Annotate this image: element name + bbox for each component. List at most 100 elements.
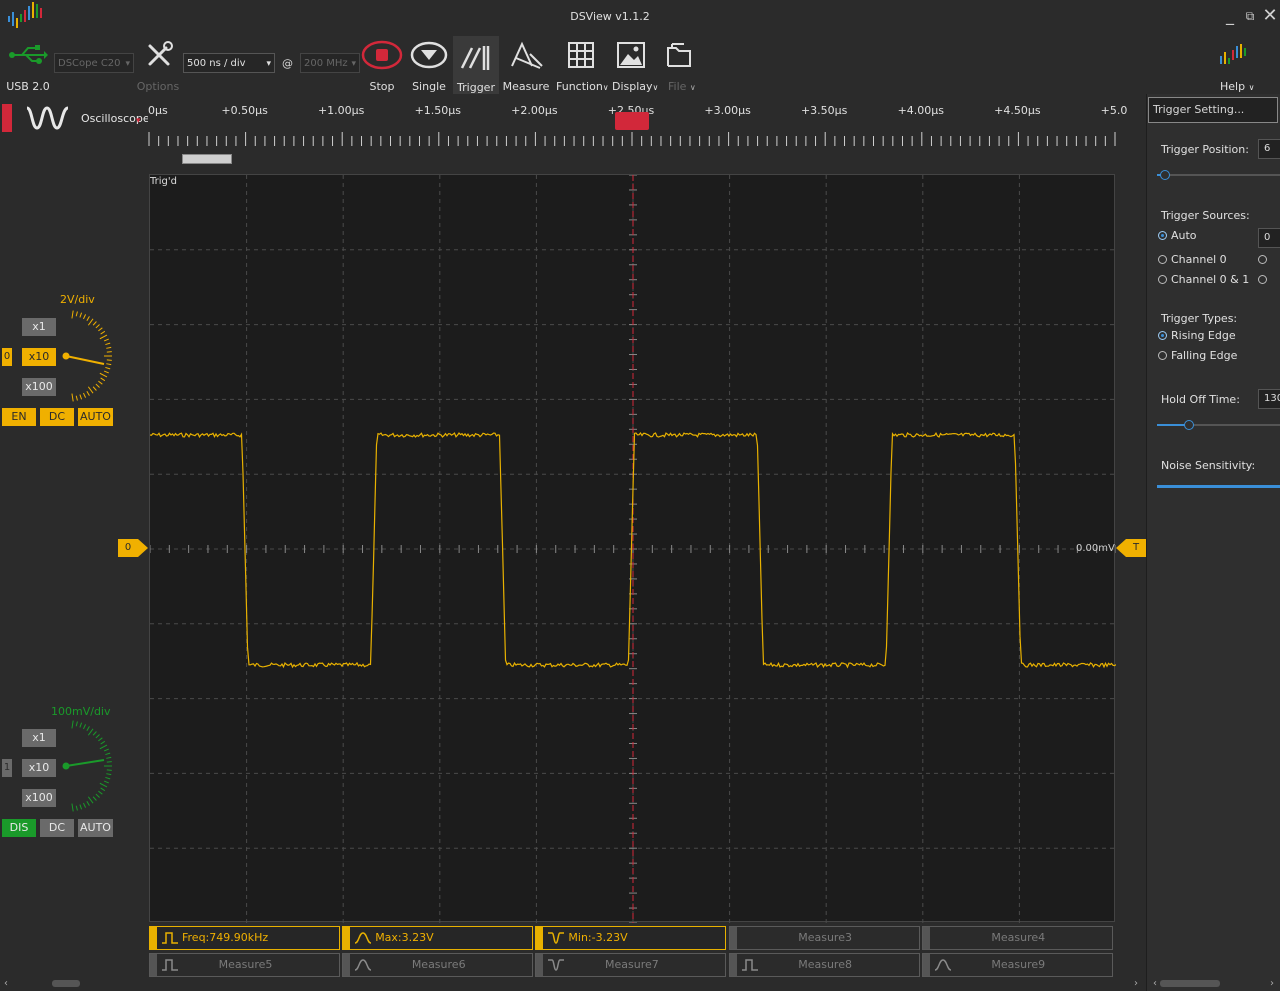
measure-slot[interactable]: Measure3 bbox=[728, 926, 920, 950]
dial-tick bbox=[83, 392, 87, 398]
ch0-id: 0 bbox=[2, 348, 12, 366]
measure-slot[interactable]: Measure9 bbox=[921, 953, 1113, 977]
stop-button[interactable]: Stop bbox=[361, 80, 403, 93]
trigger-position-slider[interactable] bbox=[1157, 170, 1280, 180]
trigger-icon[interactable] bbox=[458, 42, 494, 72]
timeline-viewport-handle[interactable] bbox=[182, 154, 232, 164]
measure-type-icon bbox=[548, 932, 565, 944]
dial-tick bbox=[103, 748, 109, 752]
measure-slot[interactable]: Freq:749.90kHz bbox=[149, 926, 340, 950]
close-button[interactable]: ✕ bbox=[1260, 6, 1280, 26]
measure-channel-bar bbox=[343, 927, 351, 949]
source-extra-radio-1[interactable] bbox=[1258, 255, 1267, 264]
ch1-probe-x1[interactable]: x1 bbox=[22, 729, 56, 747]
measure-slot[interactable]: Measure5 bbox=[149, 953, 340, 977]
source-ch0-label[interactable]: Channel 0 bbox=[1171, 253, 1227, 266]
holdoff-slider[interactable] bbox=[1157, 420, 1280, 430]
display-icon[interactable] bbox=[616, 40, 646, 70]
dial-tick bbox=[86, 726, 90, 731]
ch0-auto-button[interactable]: AUTO bbox=[78, 408, 113, 426]
ch1-coupling-button[interactable]: DC bbox=[40, 819, 74, 837]
function-icon[interactable] bbox=[566, 40, 596, 70]
measure-slot[interactable]: Measure8 bbox=[728, 953, 920, 977]
source-auto-radio[interactable] bbox=[1158, 231, 1167, 240]
measure-slot[interactable]: Max:3.23V bbox=[342, 926, 534, 950]
dial-tick bbox=[71, 720, 74, 729]
restore-button[interactable]: ⧉ bbox=[1240, 6, 1260, 26]
source-ch0-radio[interactable] bbox=[1158, 255, 1167, 264]
source-extra-radio-2[interactable] bbox=[1258, 275, 1267, 284]
panel-scroll-left-icon[interactable]: ‹ bbox=[1153, 978, 1157, 989]
trigger-types-label: Trigger Types: bbox=[1161, 312, 1238, 325]
mode-dropdown-icon[interactable]: ▾ bbox=[136, 116, 141, 126]
function-button[interactable]: Function∨ bbox=[556, 80, 609, 93]
samplerate-select[interactable]: 200 MHz ▾ bbox=[300, 53, 360, 73]
ch1-enable-button[interactable]: DIS bbox=[2, 819, 36, 837]
type-rising-radio[interactable] bbox=[1158, 331, 1167, 340]
trigger-button[interactable]: Trigger bbox=[453, 81, 499, 94]
trigger-settings-tab[interactable]: Trigger Setting... bbox=[1148, 97, 1278, 123]
dial-tick bbox=[79, 722, 83, 728]
ch1-auto-button[interactable]: AUTO bbox=[78, 819, 113, 837]
dial-tick bbox=[92, 796, 97, 801]
dial-tick bbox=[79, 312, 83, 318]
stop-icon[interactable] bbox=[361, 40, 403, 70]
help-logo-icon[interactable] bbox=[1218, 42, 1254, 68]
panel-scroll-right-icon[interactable]: › bbox=[1270, 978, 1274, 989]
trigger-position-input[interactable]: 6 bbox=[1258, 139, 1280, 159]
wrench-screwdriver-icon[interactable] bbox=[144, 40, 174, 70]
display-button[interactable]: Display∨ bbox=[612, 80, 658, 93]
ch1-probe-x100[interactable]: x100 bbox=[22, 789, 56, 807]
file-button[interactable]: File ∨ bbox=[668, 80, 704, 93]
type-falling-label[interactable]: Falling Edge bbox=[1171, 349, 1237, 362]
waveform-display[interactable] bbox=[149, 174, 1116, 923]
measure-icon[interactable] bbox=[510, 40, 544, 70]
noise-sensitivity-slider[interactable] bbox=[1157, 485, 1280, 488]
ch0-probe-x10[interactable]: x10 bbox=[22, 348, 56, 366]
trigger-cursor-handle[interactable] bbox=[615, 112, 649, 130]
time-ruler[interactable]: 0μs +0.50μs +1.00μs +1.50μs +2.00μs +2.50μs +3… bbox=[148, 94, 1127, 170]
source-ch01-label[interactable]: Channel 0 & 1 bbox=[1171, 273, 1249, 286]
help-button[interactable]: Help ∨ bbox=[1220, 80, 1260, 93]
options-label[interactable]: Options bbox=[134, 80, 182, 93]
ch0-probe-x100[interactable]: x100 bbox=[22, 378, 56, 396]
source-ch01-radio[interactable] bbox=[1158, 275, 1167, 284]
scroll-left-icon[interactable]: ‹ bbox=[4, 978, 8, 989]
single-icon[interactable] bbox=[410, 40, 448, 70]
measure-slot[interactable]: Measure4 bbox=[921, 926, 1113, 950]
dial-tick bbox=[71, 310, 74, 319]
timebase-select[interactable]: 500 ns / div ▾ bbox=[183, 53, 275, 73]
source-auto-label[interactable]: Auto bbox=[1171, 229, 1197, 242]
dial-tick bbox=[75, 805, 78, 811]
panel-horizontal-scrollbar[interactable] bbox=[1160, 980, 1220, 987]
ch0-vdiv-dial[interactable] bbox=[60, 308, 116, 408]
main-horizontal-scrollbar[interactable] bbox=[52, 980, 80, 987]
dial-tick bbox=[105, 776, 111, 780]
holdoff-input[interactable]: 130 bbox=[1258, 389, 1280, 409]
ch0-probe-x1[interactable]: x1 bbox=[22, 318, 56, 336]
measure-slot[interactable]: Measure6 bbox=[342, 953, 534, 977]
file-icon[interactable] bbox=[664, 40, 694, 70]
source-extra-input[interactable]: 0 bbox=[1258, 228, 1280, 248]
dial-tick bbox=[92, 731, 97, 736]
measure-button[interactable]: Measure bbox=[502, 80, 550, 93]
device-select[interactable]: DSCope C20 ▾ bbox=[54, 53, 134, 73]
single-button[interactable]: Single bbox=[408, 80, 450, 93]
minimize-button[interactable]: _ bbox=[1220, 6, 1240, 26]
dial-tick bbox=[92, 321, 97, 326]
measure-slot[interactable]: Min:-3.23V bbox=[535, 926, 727, 950]
ch0-coupling-button[interactable]: DC bbox=[40, 408, 74, 426]
type-falling-radio[interactable] bbox=[1158, 351, 1167, 360]
measure-label: Measure6 bbox=[411, 958, 466, 971]
oscilloscope-mode-icon[interactable] bbox=[24, 102, 72, 132]
ch1-vdiv-dial[interactable] bbox=[60, 718, 116, 818]
scroll-right-icon[interactable]: › bbox=[1134, 978, 1138, 989]
measure-type-icon bbox=[354, 932, 372, 944]
type-rising-label[interactable]: Rising Edge bbox=[1171, 329, 1236, 342]
dial-tick bbox=[87, 386, 94, 394]
ch1-probe-x10[interactable]: x10 bbox=[22, 759, 56, 777]
usb-icon[interactable] bbox=[8, 44, 48, 66]
ch0-enable-button[interactable]: EN bbox=[2, 408, 36, 426]
measure-channel-bar bbox=[536, 927, 544, 949]
measure-slot[interactable]: Measure7 bbox=[535, 953, 727, 977]
